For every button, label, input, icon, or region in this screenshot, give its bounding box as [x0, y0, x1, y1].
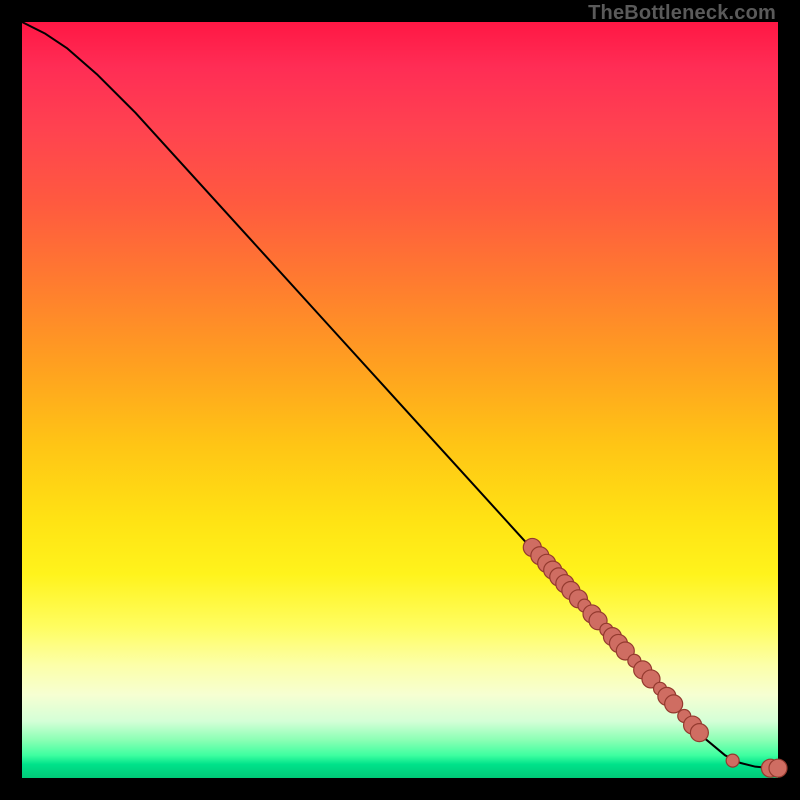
data-points	[523, 538, 787, 777]
plot-area	[22, 22, 778, 778]
data-point	[769, 759, 787, 777]
data-point	[690, 724, 708, 742]
chart-overlay	[22, 22, 778, 778]
data-point	[726, 754, 739, 767]
bottleneck-curve	[22, 22, 778, 768]
watermark-text: TheBottleneck.com	[588, 2, 776, 25]
data-point	[665, 695, 683, 713]
chart-frame: TheBottleneck.com	[0, 0, 800, 800]
